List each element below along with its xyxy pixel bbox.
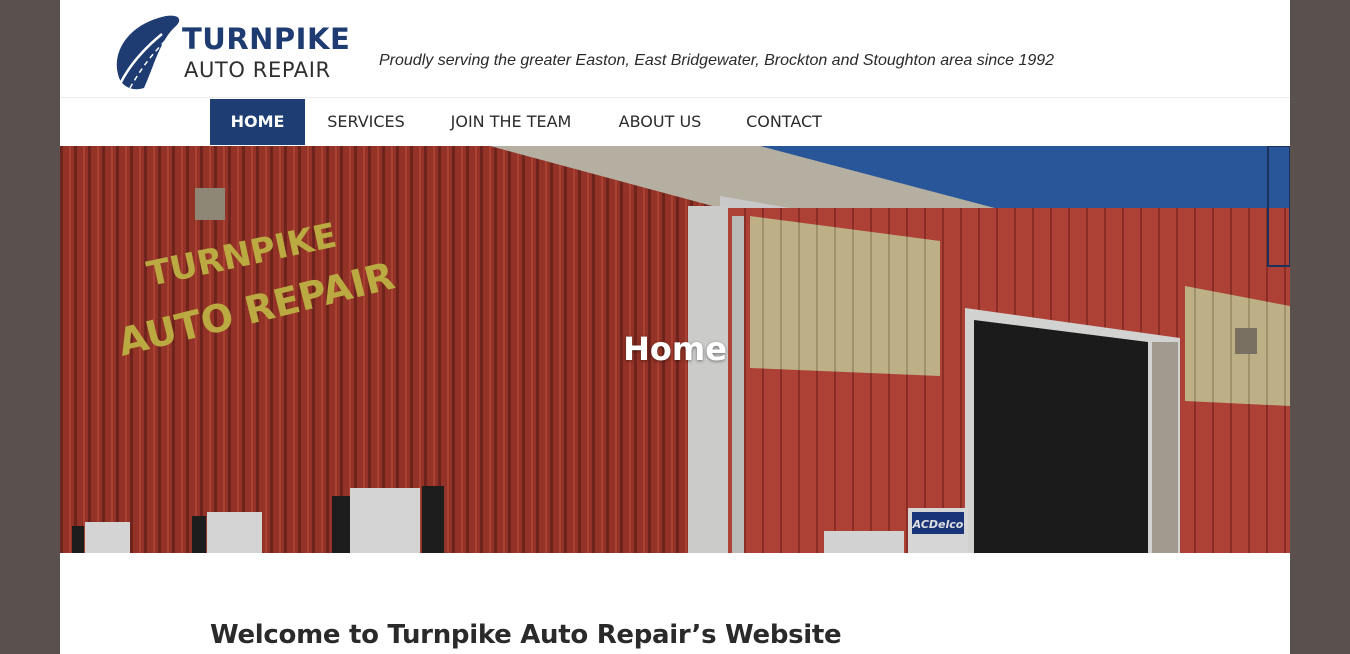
site-header: TURNPIKE AUTO REPAIR Proudly serving the… xyxy=(60,0,1290,98)
hero-title: Home xyxy=(623,330,727,368)
logo-name-line2: AUTO REPAIR xyxy=(184,58,331,82)
hero-banner: ACDelco TURNPIKE AUTO REPAIR Home xyxy=(60,146,1290,553)
nav-services[interactable]: SERVICES xyxy=(318,99,414,145)
nav-home[interactable]: HOME xyxy=(210,99,305,145)
site-logo[interactable]: TURNPIKE AUTO REPAIR xyxy=(110,12,350,94)
page-container: TURNPIKE AUTO REPAIR Proudly serving the… xyxy=(60,0,1290,654)
nav-about-us[interactable]: ABOUT US xyxy=(608,99,712,145)
site-tagline: Proudly serving the greater Easton, East… xyxy=(379,52,1055,69)
road-logo-icon xyxy=(116,15,180,90)
welcome-heading: Welcome to Turnpike Auto Repair’s Websit… xyxy=(210,620,842,650)
nav-contact[interactable]: CONTACT xyxy=(738,99,830,145)
nav-join-the-team[interactable]: JOIN THE TEAM xyxy=(440,99,582,145)
main-navigation: HOME SERVICES JOIN THE TEAM ABOUT US CON… xyxy=(60,99,1290,146)
logo-name-line1: TURNPIKE xyxy=(182,22,351,56)
